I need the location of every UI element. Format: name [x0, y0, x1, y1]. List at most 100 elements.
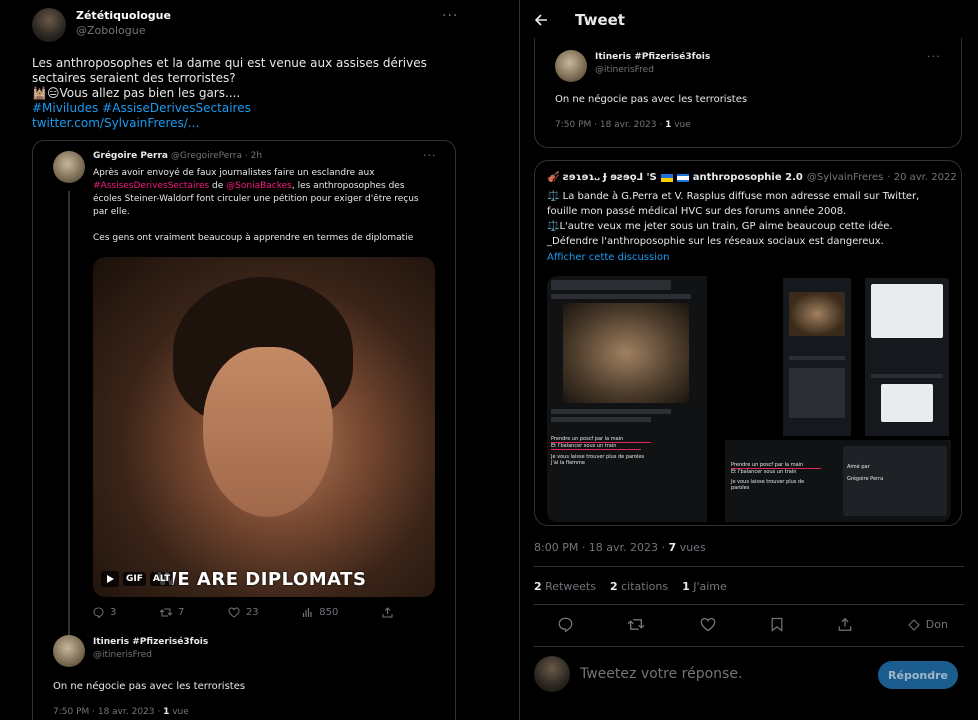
author-handle[interactable]: @Zobologue — [76, 24, 171, 37]
quoted-text-line: fouille mon passé médical HVC sur des fo… — [547, 206, 847, 217]
right-tweet-panel: Tweet Itineris #Pfizerisé3fois @itineris… — [519, 0, 978, 720]
mini-phone-card — [871, 284, 943, 338]
mini-text-line: Et l'balancer sous un train — [551, 443, 641, 450]
quote-author-row: Grégoire Perra @GregoirePerra · 2h — [93, 151, 263, 161]
reply-button[interactable]: 3 — [93, 607, 116, 618]
play-icon[interactable] — [101, 571, 119, 587]
quote-time[interactable]: 2h — [251, 151, 262, 161]
views-button[interactable]: 850 — [302, 607, 338, 618]
reply-timestamp[interactable]: 7:50 PM · 18 avr. 2023 · — [53, 707, 163, 717]
quote-author-avatar[interactable] — [53, 151, 85, 183]
mini-phone-line — [871, 374, 943, 378]
mini-text-line: J'ai la flemme — [551, 460, 585, 466]
top-tweet-avatar[interactable] — [555, 50, 587, 82]
gif-media[interactable]: WE ARE DIPLOMATS GIF ALT — [93, 257, 435, 597]
quotes-stat[interactable]: 2 citations — [610, 580, 668, 593]
divider — [534, 604, 964, 605]
mini-tweet-line — [551, 294, 691, 299]
gif-face-shape — [203, 347, 333, 517]
quoted-author-handle[interactable]: @SylvainFreres — [807, 172, 884, 183]
reply-author-name[interactable]: Itineris #Pfizerisé3fois — [93, 637, 208, 647]
quote-text-fragment: , les anthroposophes des — [291, 181, 405, 191]
quote-text-line: écoles Steiner-Waldorf font circuler une… — [93, 194, 419, 204]
top-tweet-meta: 7:50 PM · 18 avr. 2023 · 1 vue — [555, 120, 691, 130]
quoted-author-row: 🎻 ꙅɘɿɘɿ᎑ Ɉ ɘƨɘǫ⅃ 'S anthroposophie 2.0 @… — [547, 171, 957, 184]
likes-stat[interactable]: 1 J'aime — [682, 580, 727, 593]
quoted-tweet-card-right[interactable]: 🎻 ꙅɘɿɘɿ᎑ Ɉ ɘƨɘǫ⅃ 'S anthroposophie 2.0 @… — [534, 160, 962, 526]
quote-author-name[interactable]: Grégoire Perra — [93, 151, 168, 161]
tweet-timestamp[interactable]: 8:00 PM · 18 avr. 2023 · — [534, 541, 669, 554]
reply-icon — [93, 607, 104, 618]
reply-button[interactable] — [558, 617, 573, 632]
quote-text-line: Après avoir envoyé de faux journalistes … — [93, 168, 375, 178]
top-tweet-name[interactable]: Itineris #Pfizerisé3fois — [595, 52, 710, 62]
tweet-text-line: Les anthroposophes et la dame qui est ve… — [32, 56, 427, 70]
mini-phone-card — [881, 384, 933, 422]
quoted-name-prefix: 🎻 ꙅɘɿɘɿ᎑ Ɉ ɘƨɘǫ⅃ 'S — [547, 172, 657, 183]
like-button[interactable] — [700, 617, 716, 632]
more-options-icon[interactable]: ··· — [442, 8, 458, 24]
mini-phone-image — [789, 292, 845, 336]
quoted-author-name[interactable]: anthroposophie 2.0 — [693, 172, 803, 183]
tweet-hashtags[interactable]: #Miviludes #AssiseDerivesSectaires — [32, 101, 452, 116]
reply-author-handle[interactable]: @itinerisFred — [93, 650, 208, 660]
share-button[interactable] — [382, 607, 393, 618]
quote-hashtag[interactable]: #AssisesDerivesSectaires — [93, 181, 209, 191]
mini-tweet-image — [563, 303, 689, 403]
top-tweet-card[interactable]: Itineris #Pfizerisé3fois @itinerisFred ·… — [534, 38, 962, 148]
top-tweet-timestamp[interactable]: 7:50 PM · 18 avr. 2023 · — [555, 120, 665, 130]
show-thread-link[interactable]: Afficher cette discussion — [547, 252, 669, 263]
retweets-label: Retweets — [541, 580, 596, 593]
flag-israel-icon — [676, 173, 689, 182]
back-arrow-icon[interactable] — [534, 13, 548, 27]
author-avatar[interactable] — [32, 8, 66, 42]
retweets-count: 2 — [534, 580, 542, 593]
author-name[interactable]: Zététiquologue — [76, 9, 171, 22]
tweet-text: Les anthroposophes et la dame qui est ve… — [32, 56, 452, 131]
media-screenshot-1[interactable]: Prendre un poscf par la main Et l'balanc… — [547, 276, 707, 522]
flag-ukraine-icon — [660, 173, 673, 182]
header-title: Tweet — [575, 11, 625, 29]
top-tweet-handle[interactable]: @itinerisFred — [595, 65, 710, 75]
quoted-text: ⚖️ La bande à G.Perra et V. Rasplus diff… — [547, 189, 957, 249]
reply-author-avatar[interactable] — [53, 635, 85, 667]
quote-more-icon[interactable]: ··· — [423, 149, 437, 162]
analytics-icon — [303, 608, 312, 617]
quoted-text-line: ⚖️L'autre veux me jeter sous un train, G… — [547, 221, 893, 232]
quoted-date[interactable]: · 20 avr. 2022 — [887, 172, 956, 183]
tweet-action-bar: Don — [558, 617, 948, 632]
media-grid[interactable]: Prendre un poscf par la main Et l'balanc… — [547, 276, 951, 522]
quote-mention[interactable]: @SoniaBackes — [226, 181, 292, 191]
share-icon — [382, 607, 393, 618]
quotes-label: citations — [617, 580, 669, 593]
reply-author-block: Itineris #Pfizerisé3fois @itinerisFred — [93, 637, 208, 660]
like-count: 23 — [245, 607, 259, 618]
like-button[interactable]: 23 — [228, 607, 259, 618]
tweet-link[interactable]: twitter.com/SylvainFreres/... — [32, 116, 452, 131]
tip-button[interactable]: Don — [908, 618, 948, 631]
bookmark-button[interactable] — [771, 617, 783, 632]
retweet-button[interactable]: 7 — [159, 607, 184, 618]
top-tweet-more-icon[interactable]: ··· — [927, 50, 941, 63]
reply-submit-button[interactable]: Répondre — [878, 661, 958, 689]
media-screenshot-3[interactable]: Prendre un poscf par la main Et l'balanc… — [725, 440, 951, 522]
media-screenshot-2[interactable] — [725, 276, 951, 438]
gif-caption: WE ARE DIPLOMATS — [157, 569, 367, 590]
quote-text: Après avoir envoyé de faux journalistes … — [93, 167, 438, 245]
mini-tweet-header — [551, 280, 671, 290]
share-button[interactable] — [838, 617, 852, 632]
quoted-tweet-card[interactable]: Grégoire Perra @GregoirePerra · 2h ··· A… — [32, 140, 456, 720]
alt-badge[interactable]: ALT — [149, 572, 174, 586]
tweet-stats: 2 Retweets 2 citations 1 J'aime — [534, 580, 727, 593]
reply-input[interactable] — [580, 662, 860, 686]
user-avatar[interactable] — [534, 656, 570, 692]
retweet-button[interactable] — [628, 617, 645, 632]
tweet-text-line: sectaires seraient des terroristes? — [32, 71, 236, 85]
retweet-icon — [159, 608, 172, 617]
quote-text-fragment: de — [209, 181, 227, 191]
reply-views-label: vue — [169, 707, 189, 717]
quote-author-handle[interactable]: @GregoirePerra — [171, 151, 242, 161]
thread-line — [68, 191, 70, 641]
reply-meta: 7:50 PM · 18 avr. 2023 · 1 vue — [53, 707, 189, 717]
retweets-stat[interactable]: 2 Retweets — [534, 580, 596, 593]
